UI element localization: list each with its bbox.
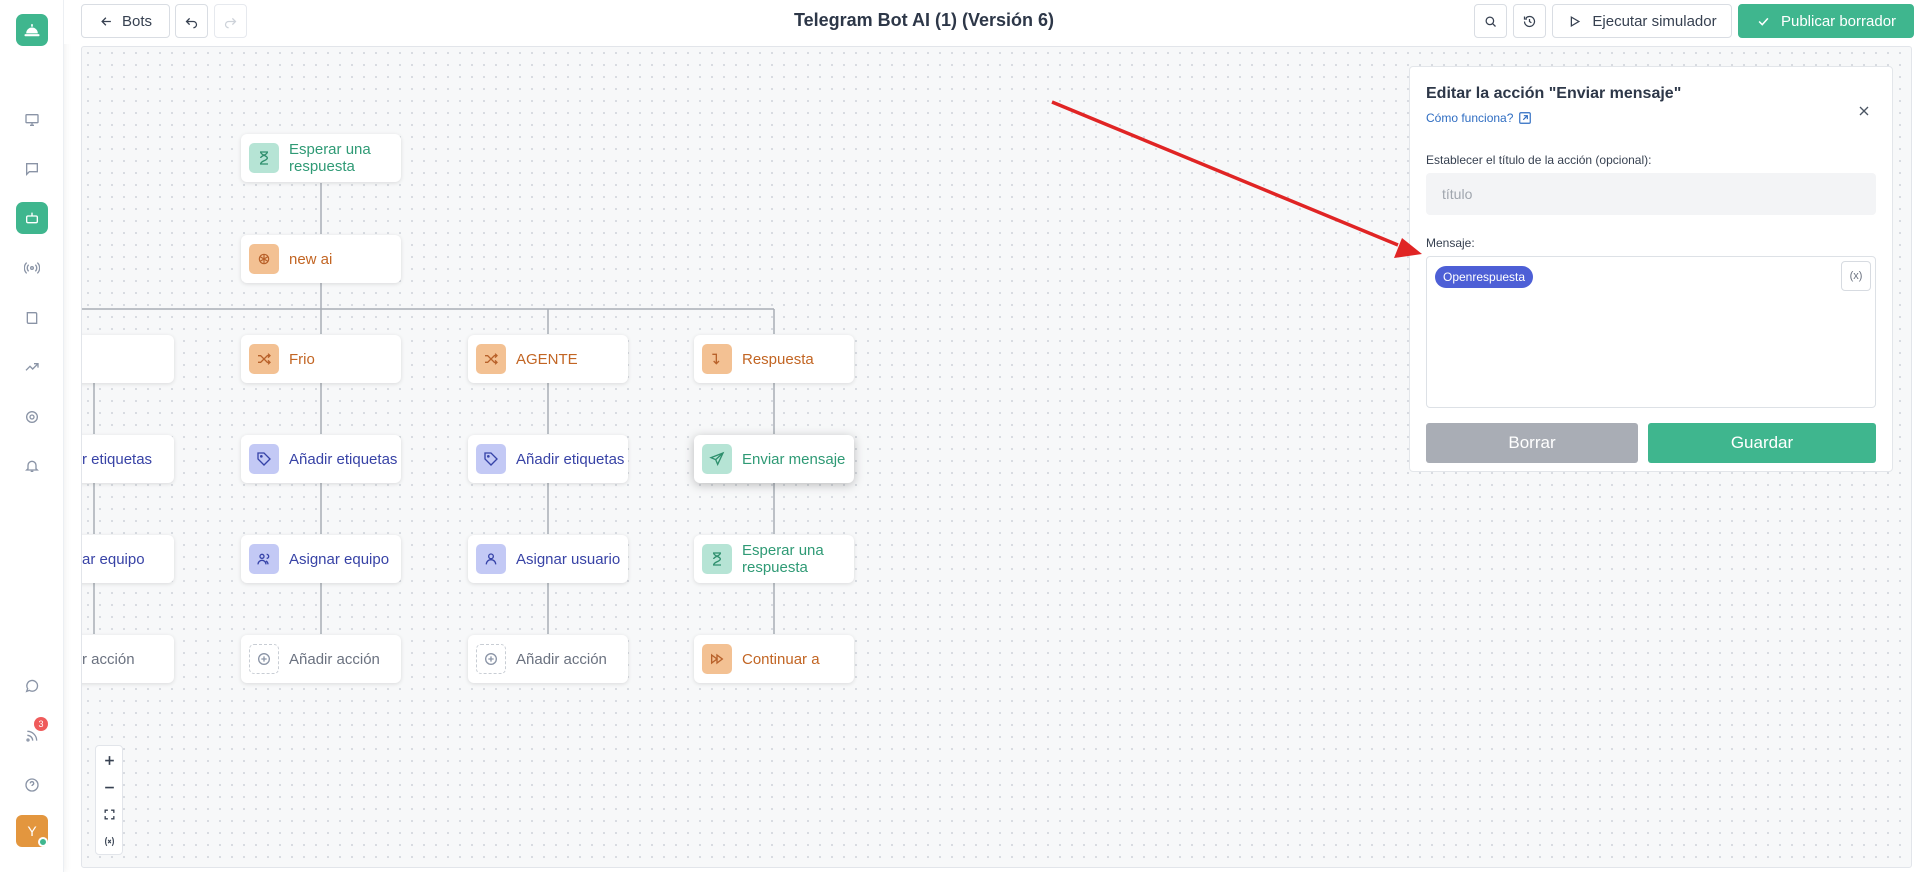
action-title-label: Establecer el título de la acción (opcio…: [1426, 153, 1652, 167]
action-title-input[interactable]: [1426, 173, 1876, 215]
flow-node-send-message[interactable]: Enviar mensaje: [694, 435, 854, 483]
flow-node-add-tags-1[interactable]: adir etiquetas: [82, 435, 174, 483]
shuffle-icon: [476, 344, 506, 374]
flow-node-add-tags-3[interactable]: Añadir etiquetas: [468, 435, 628, 483]
flow-node-wait-response[interactable]: Esperar una respuesta: [241, 134, 401, 182]
flow-node-branch-respuesta[interactable]: Respuesta: [694, 335, 854, 383]
flow-node-add-tags-2[interactable]: Añadir etiquetas: [241, 435, 401, 483]
message-label: Mensaje:: [1426, 236, 1475, 250]
plus-circle-icon: [249, 644, 279, 674]
book-icon[interactable]: [16, 302, 48, 334]
flow-node-assign-team-2[interactable]: Asignar equipo: [241, 535, 401, 583]
arrow-left-icon: [101, 16, 111, 26]
hourglass-icon: [249, 143, 279, 173]
online-status-dot: [38, 837, 48, 847]
shuffle-icon: [249, 344, 279, 374]
close-icon[interactable]: [1856, 103, 1872, 119]
hourglass-icon: [702, 544, 732, 574]
flow-node-branch-agente[interactable]: AGENTE: [468, 335, 628, 383]
search-button[interactable]: [1474, 4, 1507, 38]
monitor-icon[interactable]: [16, 104, 48, 136]
analytics-icon[interactable]: [16, 351, 48, 383]
variables-icon[interactable]: [96, 828, 122, 854]
play-icon: [1571, 15, 1581, 27]
top-toolbar: Bots Telegram Bot AI (1) (Versión 6) Eje…: [64, 0, 1920, 44]
publish-draft-button[interactable]: Publicar borrador: [1738, 4, 1914, 38]
openai-icon: [249, 244, 279, 274]
tag-icon: [249, 444, 279, 474]
flow-node-continue-to[interactable]: Continuar a: [694, 635, 854, 683]
insert-variable-button[interactable]: (x): [1841, 261, 1871, 291]
variable-chip[interactable]: Openrespuesta: [1435, 266, 1534, 288]
flow-node-assign-user[interactable]: Asignar usuario: [468, 535, 628, 583]
bell-icon[interactable]: [16, 450, 48, 482]
delete-button[interactable]: Borrar: [1426, 423, 1638, 463]
history-icon: [1523, 15, 1536, 27]
flow-node-new-ai[interactable]: new ai: [241, 235, 401, 283]
run-simulator-button[interactable]: Ejecutar simulador: [1552, 4, 1732, 38]
notification-badge: 3: [34, 717, 48, 731]
search-icon: [1485, 16, 1496, 27]
zoom-out-icon[interactable]: [96, 774, 122, 800]
check-icon: [1758, 17, 1769, 26]
undo-button[interactable]: [175, 4, 208, 38]
plus-circle-icon: [476, 644, 506, 674]
app-logo-icon[interactable]: [16, 14, 48, 46]
fast-forward-icon: [702, 644, 732, 674]
whatsapp-icon[interactable]: [16, 670, 48, 702]
flow-node-branch-frio[interactable]: Frio: [241, 335, 401, 383]
save-button[interactable]: Guardar: [1648, 423, 1876, 463]
zoom-controls: [95, 745, 123, 855]
how-it-works-link[interactable]: Cómo funciona?: [1426, 111, 1532, 125]
send-icon: [702, 444, 732, 474]
user-icon: [476, 544, 506, 574]
panel-title: Editar la acción "Enviar mensaje": [1426, 85, 1682, 102]
team-icon: [249, 544, 279, 574]
flow-node-add-action-2[interactable]: Añadir acción: [241, 635, 401, 683]
flow-node-add-action-3[interactable]: Añadir acción: [468, 635, 628, 683]
page-title: Telegram Bot AI (1) (Versión 6): [793, 10, 1055, 30]
bot-icon[interactable]: [16, 202, 48, 234]
edit-action-panel: Editar la acción "Enviar mensaje" Cómo f…: [1409, 66, 1893, 472]
history-button[interactable]: [1513, 4, 1546, 38]
flow-node-assign-team-1[interactable]: ignar equipo: [82, 535, 174, 583]
undo-icon: [185, 17, 198, 28]
fit-view-icon[interactable]: [96, 801, 122, 827]
flow-node-wait-response-2[interactable]: Esperar una respuesta: [694, 535, 854, 583]
external-link-icon: [1519, 112, 1532, 124]
settings-icon[interactable]: [16, 401, 48, 433]
broadcast-icon[interactable]: [16, 252, 48, 284]
redo-button[interactable]: [214, 4, 247, 38]
branch-arrow-icon: [702, 344, 732, 374]
zoom-in-icon[interactable]: [96, 747, 122, 773]
help-icon[interactable]: [16, 769, 48, 801]
back-to-bots-button[interactable]: Bots: [81, 4, 170, 38]
left-navigation: 3 Y: [0, 0, 64, 872]
redo-icon: [224, 17, 237, 28]
message-editor[interactable]: Openrespuesta (x): [1426, 256, 1876, 408]
flow-node-branch-1[interactable]: io: [82, 335, 174, 383]
tag-icon: [476, 444, 506, 474]
flow-node-add-action-1[interactable]: adir acción: [82, 635, 174, 683]
chat-icon[interactable]: [16, 153, 48, 185]
